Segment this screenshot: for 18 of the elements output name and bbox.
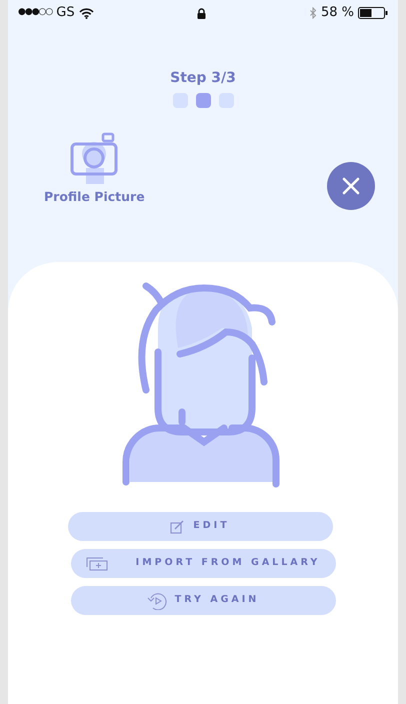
bluetooth-icon <box>310 7 317 19</box>
section-title: Profile Picture <box>44 188 145 206</box>
step-label: Step 3/3 <box>169 69 237 88</box>
battery-percent: 58 % <box>320 4 354 22</box>
action-button[interactable]: EDIT <box>68 512 332 541</box>
carrier-name: GS <box>56 4 75 22</box>
replay-icon <box>146 592 167 610</box>
battery-icon <box>358 7 388 19</box>
close-icon <box>342 177 360 195</box>
close-button[interactable] <box>327 162 375 210</box>
gallery-icon <box>86 556 108 570</box>
edit-icon <box>170 520 186 534</box>
lock-icon <box>197 8 206 18</box>
signal-strength: ●●●○○ <box>18 6 52 20</box>
wifi-icon <box>78 8 94 18</box>
action-button[interactable]: TRY AGAIN <box>70 586 336 615</box>
camera-icon <box>70 132 118 184</box>
action-button[interactable]: IMPORT FROM GALLARY <box>70 549 336 578</box>
